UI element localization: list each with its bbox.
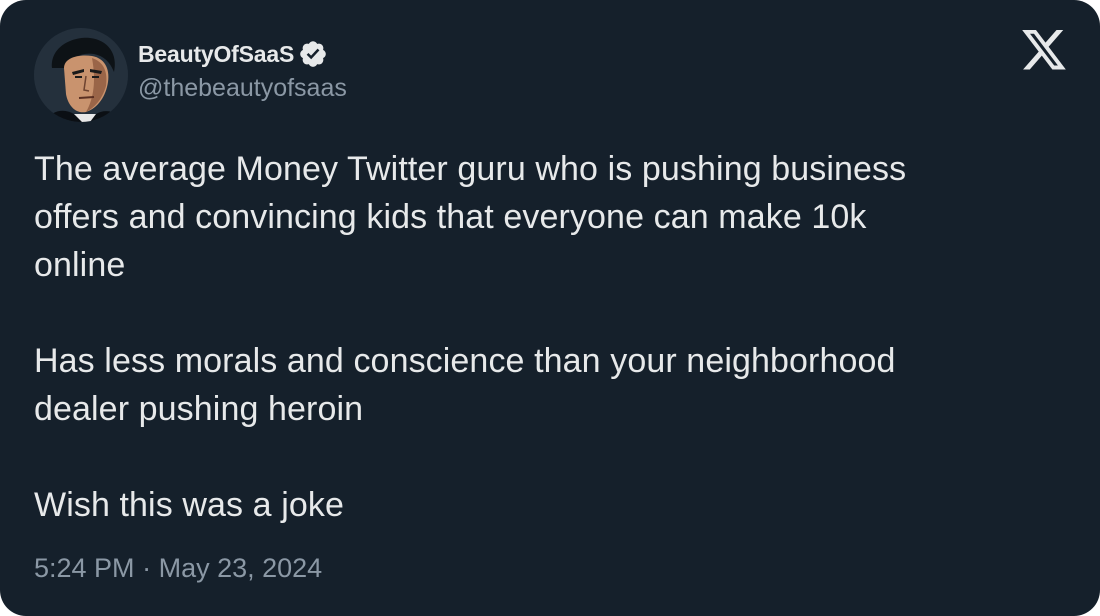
tweet-paragraph: Wish this was a joke bbox=[34, 486, 344, 524]
tweet-time: 5:24 PM bbox=[34, 553, 135, 583]
author-name-row: BeautyOfSaaS bbox=[138, 39, 347, 69]
tweet-card: BeautyOfSaaS @thebeautyofsaas The averag… bbox=[0, 0, 1100, 616]
verified-badge-icon bbox=[300, 41, 326, 67]
avatar[interactable] bbox=[34, 28, 128, 122]
tweet-timestamp[interactable]: 5:24 PM · May 23, 2024 bbox=[34, 553, 322, 584]
tweet-date: May 23, 2024 bbox=[158, 553, 323, 583]
tweet-text: The average Money Twitter guru who is pu… bbox=[34, 145, 1074, 529]
avatar-icon bbox=[34, 28, 128, 122]
author-identity: BeautyOfSaaS @thebeautyofsaas bbox=[138, 39, 347, 103]
tweet-header: BeautyOfSaaS @thebeautyofsaas bbox=[34, 28, 347, 122]
author-display-name[interactable]: BeautyOfSaaS bbox=[138, 41, 294, 68]
timestamp-separator: · bbox=[142, 553, 152, 583]
tweet-paragraph: Has less morals and conscience than your… bbox=[34, 342, 896, 428]
tweet-paragraph: The average Money Twitter guru who is pu… bbox=[34, 150, 907, 284]
author-handle[interactable]: @thebeautyofsaas bbox=[138, 74, 347, 103]
x-logo-icon[interactable] bbox=[1022, 30, 1066, 70]
